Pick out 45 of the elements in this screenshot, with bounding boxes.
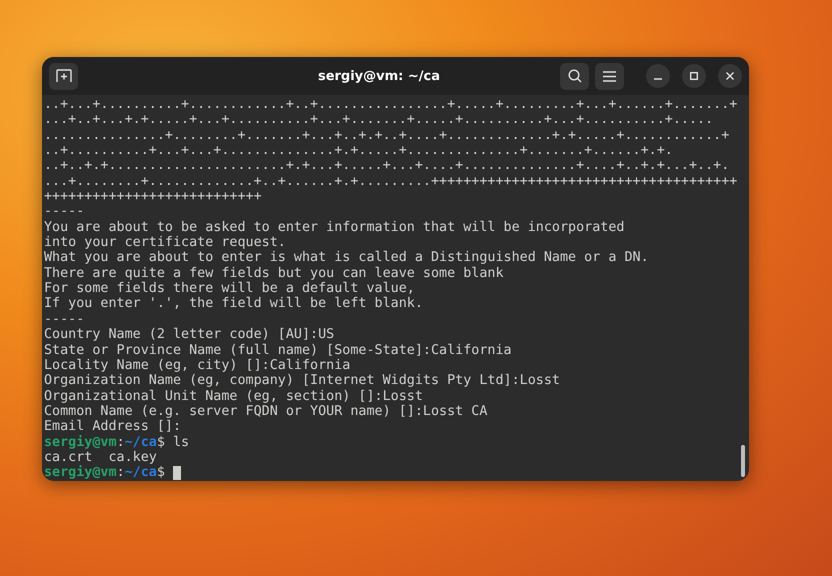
scrollbar[interactable] bbox=[741, 445, 745, 477]
output-line: ...............+........+.......+...+..+.+..+....+.............+.+.....+............+ bbox=[44, 128, 730, 144]
output-line: +++++++++++++++++++++++++++ bbox=[44, 189, 262, 204]
command-text: ls bbox=[172, 434, 190, 450]
output-line: ..+..+.+......................+.+...+.....+...+....+..............+....+..+.+...+..+. bbox=[44, 158, 730, 174]
new-tab-icon bbox=[56, 69, 72, 83]
close-icon bbox=[726, 72, 734, 80]
output-line: Country Name (2 letter code) [AU]:US bbox=[44, 327, 334, 342]
output-line: ...+........+.............+..+......+.+.........++++++++++++++++++++++++++++++++++++++ bbox=[44, 174, 738, 190]
prompt-symbol: $ bbox=[156, 465, 165, 481]
search-button[interactable] bbox=[560, 62, 589, 90]
maximize-icon bbox=[690, 72, 698, 80]
new-tab-button[interactable] bbox=[49, 62, 78, 90]
prompt-user: sergiy@vm bbox=[44, 465, 117, 481]
output-line: Organization Name (eg, company) [Internet Widgits Pty Ltd]:Losst bbox=[44, 373, 560, 389]
prompt-path: ~/ca bbox=[124, 434, 157, 450]
window-title: sergiy@vm: ~/ca bbox=[316, 68, 442, 84]
prompt-separator: : bbox=[116, 465, 125, 481]
minimize-button[interactable] bbox=[646, 64, 670, 88]
output-line: There are quite a few fields but you can leave some blank bbox=[44, 266, 504, 282]
output-line: ----- bbox=[44, 204, 84, 220]
prompt-separator: : bbox=[116, 434, 125, 450]
prompt-path: ~/ca bbox=[124, 465, 157, 481]
output-line: For some fields there will be a default value, bbox=[44, 281, 415, 296]
output-line: What you are about to enter is what is called a Distinguished Name or a DN. bbox=[44, 250, 649, 266]
output-line: Locality Name (eg, city) []:California bbox=[44, 358, 350, 374]
output-line: Email Address []: bbox=[44, 419, 182, 435]
menu-button[interactable] bbox=[595, 62, 624, 90]
output-line: into your certificate request. bbox=[44, 235, 286, 250]
output-line: If you enter '.', the field will be left blank. bbox=[44, 296, 423, 312]
output-line: Organizational Unit Name (eg, section) []:Losst bbox=[44, 388, 423, 404]
output-line: ...+..+...+.+.....+...+..........+...+.......+.....+..........+...+..........+..... bbox=[44, 112, 714, 128]
output-line: You are about to be asked to enter information that will be incorporated bbox=[44, 220, 624, 236]
output-line: ..+...+..........+............+..+................+.....+.........+...+......+.......+ bbox=[44, 97, 738, 112]
output-line: ..+..........+...+...+..............+.+.....+..............+.......+......+.+. bbox=[44, 143, 673, 158]
output-line: Common Name (e.g. server FQDN or YOUR name) []:Losst CA bbox=[44, 404, 488, 420]
maximize-button[interactable] bbox=[682, 64, 706, 88]
prompt-symbol: $ bbox=[156, 434, 165, 450]
prompt-user: sergiy@vm bbox=[44, 434, 117, 450]
menu-icon bbox=[603, 70, 616, 82]
output-line: State or Province Name (full name) [Some-State]:California bbox=[44, 342, 512, 358]
search-icon bbox=[568, 69, 582, 83]
close-button[interactable] bbox=[718, 64, 742, 88]
output-line: ----- bbox=[44, 312, 84, 328]
output-line: ca.crt ca.key bbox=[44, 450, 157, 465]
